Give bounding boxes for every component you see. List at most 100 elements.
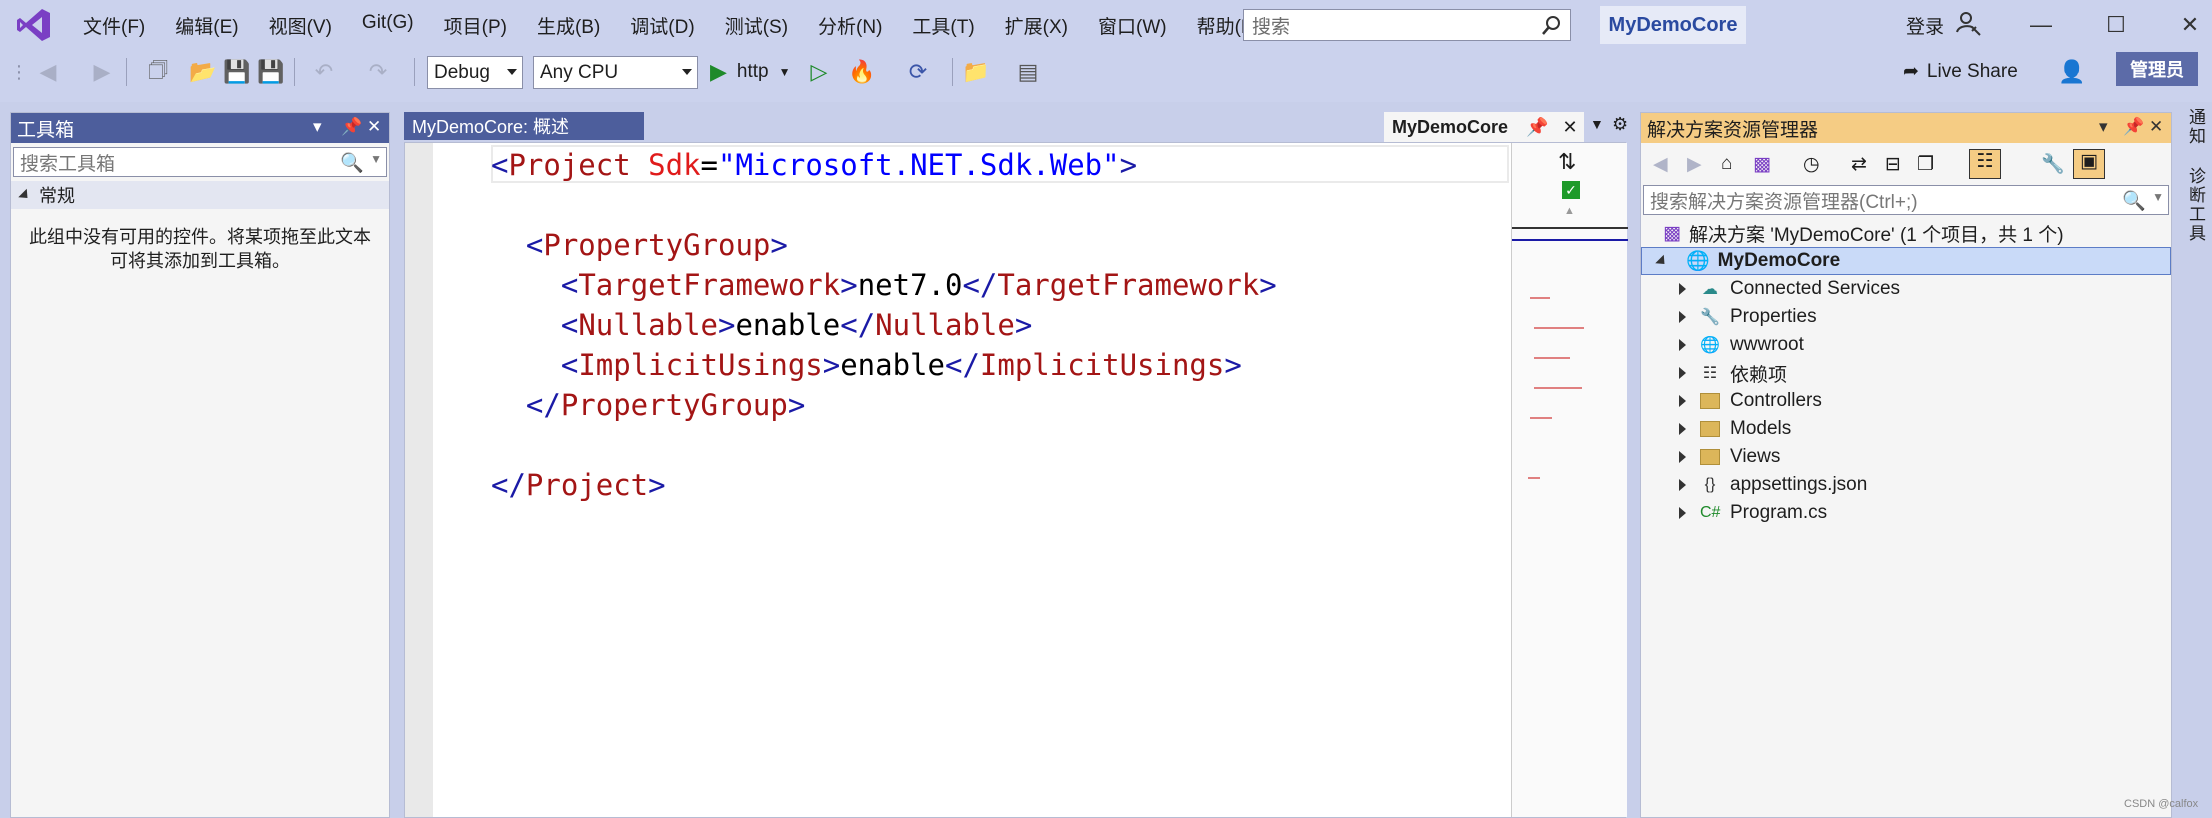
account-icon[interactable] [1955, 10, 1981, 36]
expand-arrow-icon[interactable] [1679, 451, 1686, 463]
minimap-viewport[interactable] [1512, 227, 1628, 241]
expand-arrow-icon[interactable] [1679, 479, 1686, 491]
tree-row-item[interactable]: 🌐 wwwroot [1641, 331, 2171, 359]
tree-row-item[interactable]: {} appsettings.json [1641, 471, 2171, 499]
preview-tab-icon[interactable]: ▣ [2073, 149, 2105, 179]
code-token: "Microsoft.NET.Sdk.Web" [718, 148, 1120, 182]
layout-icon[interactable]: ▤ [1008, 58, 1048, 86]
close-button[interactable]: ✕ [2175, 10, 2205, 40]
maximize-button[interactable]: ☐ [2101, 10, 2131, 40]
preview-selected-items-icon[interactable]: ☷ [1969, 149, 2001, 179]
save-icon[interactable]: 💾 [223, 58, 250, 86]
expand-arrow-icon [1655, 254, 1669, 268]
minimize-button[interactable]: — [2026, 10, 2056, 40]
code-line: <Project Sdk="Microsoft.NET.Sdk.Web"> [491, 145, 1277, 185]
menu-item[interactable]: 窗口(W) [1083, 12, 1182, 39]
code-token: ImplicitUsings [979, 348, 1225, 382]
settings-gear-icon[interactable]: ⚙ [1612, 114, 1628, 135]
chevron-down-icon[interactable]: ▼ [2152, 190, 2164, 204]
collapse-all-icon[interactable]: ⊟ [1885, 153, 1901, 176]
expand-arrow-icon[interactable] [1679, 395, 1686, 407]
pin-icon[interactable]: 📌 [2123, 117, 2144, 137]
toolbox-group-general[interactable]: 常规 [11, 181, 389, 209]
save-all-icon[interactable]: 💾 [257, 58, 284, 86]
tree-row-solution[interactable]: ▩ 解决方案 'MyDemoCore' (1 个项目，共 1 个) [1641, 219, 2171, 247]
tree-row-item[interactable]: ☁ Connected Services [1641, 275, 2171, 303]
menu-item[interactable]: 分析(N) [803, 12, 897, 39]
undo-icon[interactable]: ↶ [304, 58, 344, 86]
expand-arrow-icon[interactable] [1679, 339, 1686, 351]
close-tab-icon[interactable]: ✕ [1562, 117, 1577, 138]
solution-platform-select[interactable]: Any CPU [533, 56, 698, 89]
tree-row-item[interactable]: Models [1641, 415, 2171, 443]
solution-explorer-search-input[interactable]: 搜索解决方案资源管理器(Ctrl+;) 🔍 ▼ [1643, 185, 2169, 215]
menu-item[interactable]: 测试(S) [710, 12, 803, 39]
pin-icon[interactable]: 📌 [1526, 117, 1548, 138]
switch-views-icon[interactable]: ▩ [1753, 153, 1771, 176]
home-icon[interactable]: ⌂ [1721, 153, 1732, 175]
close-panel-icon[interactable]: ✕ [2149, 117, 2163, 137]
menu-item[interactable]: 生成(B) [522, 12, 615, 39]
menu-item[interactable]: 调试(D) [615, 12, 709, 39]
open-folder-icon[interactable]: 📂 [189, 58, 216, 86]
sign-in-link[interactable]: 登录 [1906, 12, 1944, 39]
code-token: ImplicitUsings [578, 348, 823, 382]
live-share-icon: ➦ [1903, 61, 1919, 82]
feedback-icon[interactable]: 👤 [2058, 58, 2086, 86]
back-icon[interactable]: ◀ [34, 58, 62, 86]
show-all-files-icon[interactable]: ❐ [1917, 153, 1934, 176]
menu-item[interactable]: 扩展(X) [990, 12, 1083, 39]
code-editor[interactable]: <Project Sdk="Microsoft.NET.Sdk.Web"> <P… [404, 142, 1628, 818]
tree-row-project[interactable]: 🌐 MyDemoCore [1641, 247, 2171, 275]
tree-row-item[interactable]: Controllers [1641, 387, 2171, 415]
pin-icon[interactable]: 📌 [341, 117, 362, 137]
tree-row-item[interactable]: 🔧 Properties [1641, 303, 2171, 331]
tab-dropdown-icon[interactable]: ▼ [1590, 116, 1604, 132]
pending-changes-filter-icon[interactable]: ◷ [1803, 153, 1820, 176]
diagnostic-tools-tab[interactable]: 诊断工具 [2183, 167, 2208, 243]
hot-reload-icon[interactable]: 🔥 [842, 58, 882, 86]
close-panel-icon[interactable]: ✕ [367, 117, 381, 137]
restart-icon[interactable]: ⟳ [896, 58, 940, 86]
tree-row-item[interactable]: Views [1641, 443, 2171, 471]
menu-item[interactable]: 项目(P) [429, 12, 522, 39]
new-project-icon[interactable]: 🗇 [138, 57, 178, 86]
scrollbar-minimap[interactable]: ⇅ ✓ ▲ [1511, 143, 1628, 817]
menu-item[interactable]: 工具(T) [897, 12, 989, 39]
find-in-files-icon[interactable]: 📁 [962, 58, 990, 86]
tab-project-overview[interactable]: MyDemoCore: 概述 [404, 112, 644, 140]
code-text[interactable]: <Project Sdk="Microsoft.NET.Sdk.Web"> <P… [491, 145, 1277, 505]
expand-arrow-icon[interactable] [1679, 367, 1686, 379]
expand-arrow-icon[interactable] [1679, 507, 1686, 519]
scroll-up-icon[interactable]: ▲ [1564, 205, 1575, 217]
back-icon[interactable]: ◀ [1653, 153, 1668, 176]
window-position-icon[interactable]: ▾ [2099, 117, 2108, 137]
properties-wrench-icon[interactable]: 🔧 [2041, 152, 2065, 176]
toolbox-group-label: 常规 [39, 186, 75, 206]
notifications-tab[interactable]: 通知 [2186, 108, 2205, 146]
tree-item-label: 依赖项 [1730, 364, 1788, 386]
expand-arrow-icon[interactable] [1679, 423, 1686, 435]
sync-active-document-icon[interactable]: ⇄ [1851, 153, 1867, 176]
redo-icon[interactable]: ↷ [358, 58, 398, 86]
solution-configuration-select[interactable]: Debug [427, 56, 523, 89]
global-search-input[interactable]: 搜索 [1243, 9, 1571, 41]
tab-project-file[interactable]: MyDemoCore 📌 ✕ [1384, 112, 1584, 142]
expand-arrow-icon[interactable] [1679, 311, 1686, 323]
start-debugging-button[interactable]: ▶ http ▼ [710, 58, 802, 86]
toolbox-search-input[interactable]: 搜索工具箱 🔍 ▼ [13, 147, 387, 177]
menu-item[interactable]: 视图(V) [254, 12, 347, 39]
split-view-icon[interactable]: ⇅ [1558, 149, 1576, 175]
chevron-down-icon[interactable]: ▼ [370, 152, 382, 166]
tree-row-item[interactable]: ☷ 依赖项 [1641, 359, 2171, 387]
menu-item[interactable]: Git(G) [347, 12, 429, 39]
expand-arrow-icon[interactable] [1679, 283, 1686, 295]
tree-row-item[interactable]: C# Program.cs [1641, 499, 2171, 527]
start-without-debugging-icon[interactable]: ▷ [806, 58, 832, 86]
forward-icon[interactable]: ▶ [88, 58, 116, 86]
forward-icon[interactable]: ▶ [1687, 153, 1702, 176]
live-share-button[interactable]: ➦ Live Share [1903, 60, 2018, 83]
menu-item[interactable]: 编辑(E) [160, 12, 253, 39]
menu-item[interactable]: 文件(F) [68, 12, 160, 39]
window-position-icon[interactable]: ▾ [313, 117, 322, 137]
